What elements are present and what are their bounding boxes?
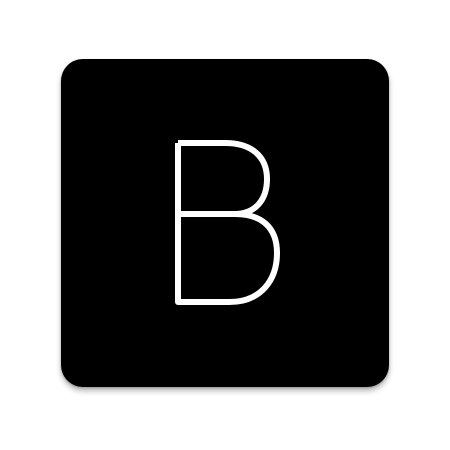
letter-b-icon bbox=[175, 140, 280, 305]
app-icon[interactable] bbox=[61, 59, 389, 387]
page-canvas bbox=[0, 0, 450, 450]
letter-b-shape bbox=[175, 140, 280, 305]
